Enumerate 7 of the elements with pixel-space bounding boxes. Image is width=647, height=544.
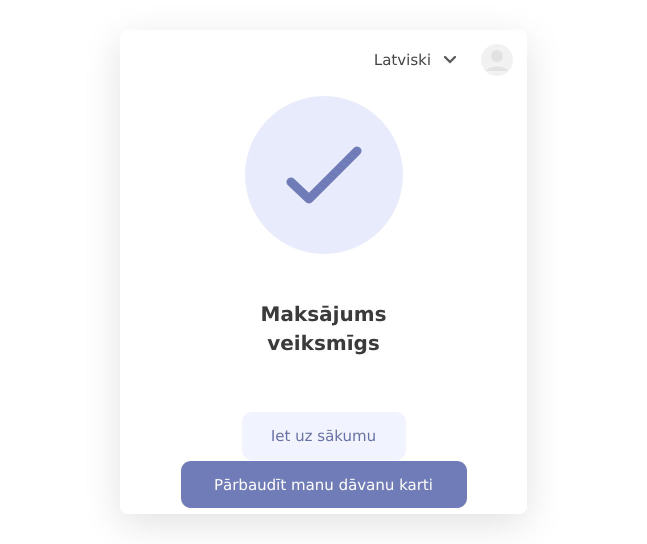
avatar-icon[interactable] xyxy=(481,44,513,76)
chevron-down-icon xyxy=(443,55,457,65)
status-title: Maksājums veiksmīgs xyxy=(260,301,388,357)
language-selector[interactable]: Latviski xyxy=(374,51,457,69)
home-button[interactable]: Iet uz sākumu xyxy=(242,412,406,460)
checkmark-icon xyxy=(286,146,362,204)
gift-card-button[interactable]: Pārbaudīt manu dāvanu karti xyxy=(180,461,466,508)
